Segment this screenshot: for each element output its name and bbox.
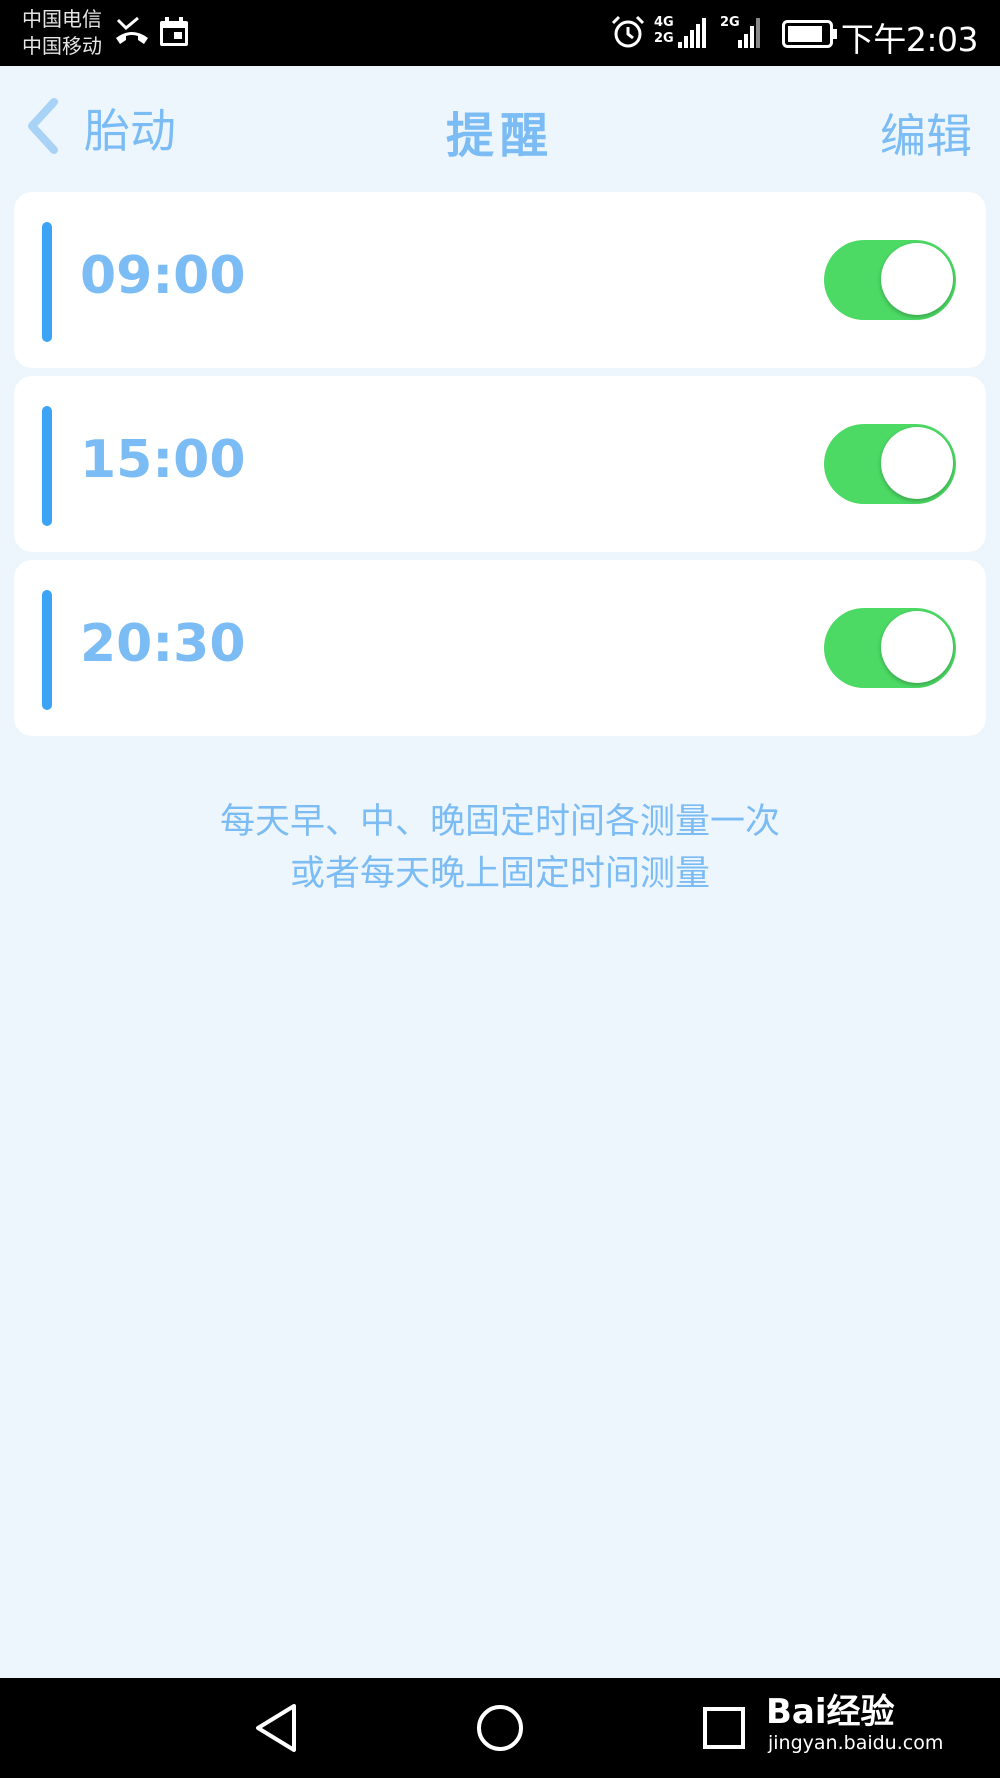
watermark-url: jingyan.baidu.com — [768, 1732, 944, 1754]
reminder-time: 09:00 — [80, 246, 246, 306]
hint-text: 每天早、中、晚固定时间各测量一次 或者每天晚上固定时间测量 — [0, 796, 1000, 900]
nav-back-icon[interactable] — [252, 1700, 300, 1760]
reminder-time: 20:30 — [80, 614, 246, 674]
nav-home-icon[interactable] — [474, 1700, 526, 1760]
reminder-card[interactable]: 09:00 — [14, 192, 986, 368]
reminder-card[interactable]: 20:30 — [14, 560, 986, 736]
toggle-knob — [881, 243, 953, 315]
carrier-names: 中国电信 中国移动 — [22, 6, 102, 60]
reminder-toggle[interactable] — [824, 424, 956, 504]
reminder-list: 09:00 15:00 20:30 — [14, 192, 986, 744]
status-bar: 中国电信 中国移动 4G 2G 2G 下午2:03 — [0, 0, 1000, 66]
edit-button[interactable]: 编辑 — [880, 100, 972, 166]
alarm-icon — [610, 14, 646, 54]
missed-call-icon — [114, 16, 150, 50]
carrier-2: 中国移动 — [22, 34, 102, 58]
nav-bar: 胎动 提醒 编辑 — [0, 66, 1000, 190]
toggle-knob — [881, 611, 953, 683]
carrier-1: 中国电信 — [22, 7, 102, 31]
nav-recent-apps-icon[interactable] — [700, 1700, 748, 1760]
toggle-knob — [881, 427, 953, 499]
reminder-time: 15:00 — [80, 430, 246, 490]
card-accent-bar — [42, 222, 52, 342]
watermark-brand: Bai经验 — [766, 1692, 895, 1732]
calendar-icon — [158, 16, 190, 52]
page-title: 提醒 — [445, 108, 554, 164]
hint-line-2: 或者每天晚上固定时间测量 — [289, 854, 710, 894]
card-accent-bar — [42, 590, 52, 710]
reminder-card[interactable]: 15:00 — [14, 376, 986, 552]
reminder-toggle[interactable] — [824, 608, 956, 688]
clock-time: 下午2:03 — [840, 20, 979, 59]
hint-line-1: 每天早、中、晚固定时间各测量一次 — [219, 802, 780, 842]
reminder-toggle[interactable] — [824, 240, 956, 320]
card-accent-bar — [42, 406, 52, 526]
battery-icon — [782, 20, 838, 52]
